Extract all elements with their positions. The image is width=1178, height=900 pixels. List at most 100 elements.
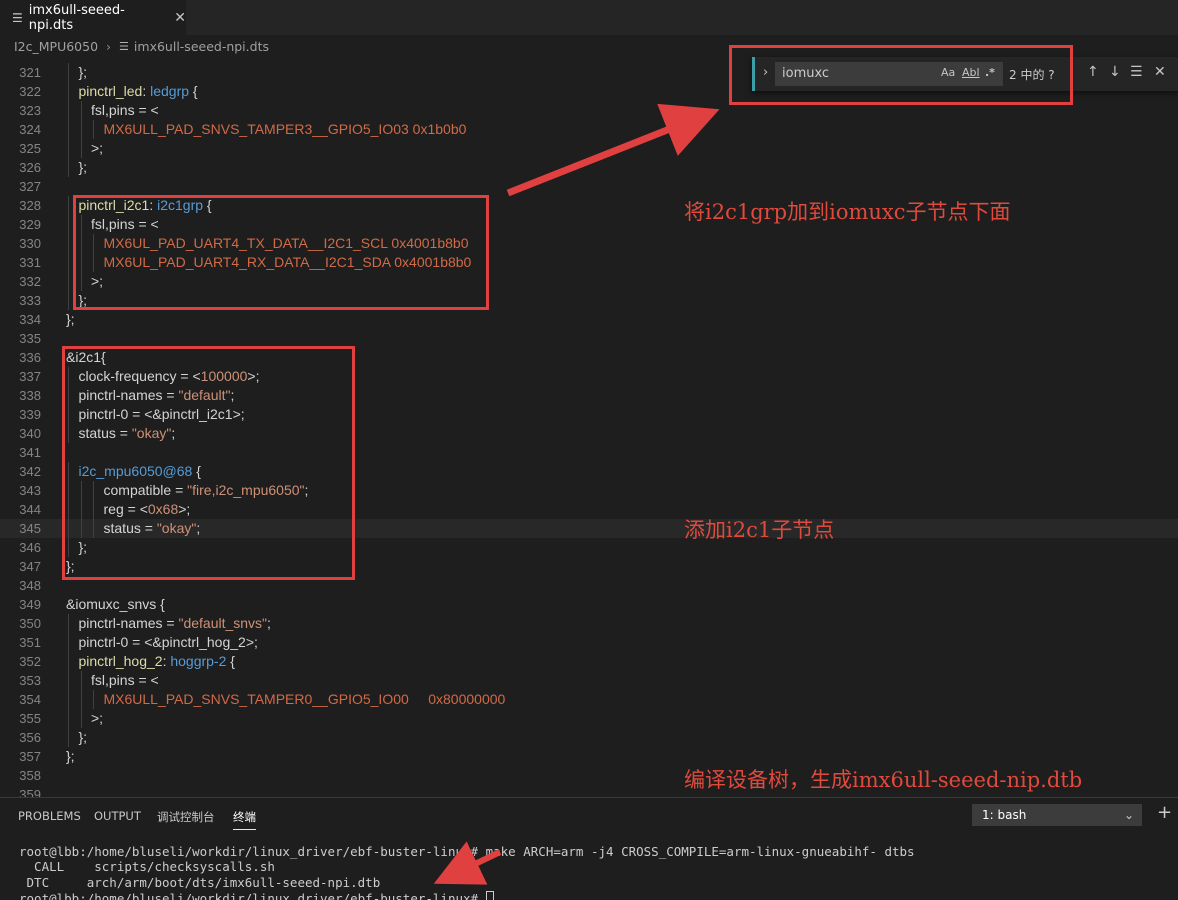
editor-tab[interactable]: ☰ imx6ull-seeed-npi.dts ✕: [0, 0, 186, 35]
indent-guide: [80, 709, 82, 728]
code-token: hoggrp-2: [170, 653, 227, 669]
code-token: };: [66, 748, 75, 764]
code-text: >;: [91, 709, 103, 728]
tab-output[interactable]: OUTPUT: [94, 809, 141, 823]
code-text: pinctrl_led: ledgrp {: [79, 82, 198, 101]
code-line[interactable]: 349 &iomuxc_snvs {: [0, 595, 1178, 614]
indent-guide: [93, 690, 94, 709]
indent-guide: [68, 139, 69, 158]
code-line[interactable]: 350 pinctrl-names = "default_snvs";: [0, 614, 1178, 633]
tab-debug-console[interactable]: 调试控制台: [157, 809, 215, 825]
line-number: 336: [19, 350, 41, 365]
line-number: 354: [19, 692, 41, 707]
code-line[interactable]: 325 >;: [0, 139, 1178, 158]
code-token: ;: [267, 615, 271, 631]
indent-guide: [80, 690, 82, 709]
line-number: 321: [19, 65, 41, 80]
indent-guide: [80, 139, 82, 158]
i2c1grp-highlight-box: [73, 195, 489, 310]
find-in-selection-icon[interactable]: ☰: [1130, 64, 1143, 80]
indent-guide: [68, 196, 69, 215]
indent-guide: [68, 120, 69, 139]
terminal-line-prompt: root@lbb:/home/bluseli/workdir/linux_dri…: [19, 891, 494, 900]
code-line[interactable]: 334};: [0, 310, 1178, 329]
line-number: 326: [19, 160, 41, 175]
code-text: pinctrl-names = "default_snvs";: [79, 614, 271, 633]
line-number: 333: [19, 293, 41, 308]
line-number: 324: [19, 122, 41, 137]
code-text: pinctrl-0 = <&pinctrl_hog_2>;: [79, 633, 258, 652]
code-token: pinctrl-names =: [78, 615, 179, 631]
code-line[interactable]: 352 pinctrl_hog_2: hoggrp-2 {: [0, 652, 1178, 671]
code-line[interactable]: 351 pinctrl-0 = <&pinctrl_hog_2>;: [0, 633, 1178, 652]
terminal-prompt: root@lbb:/home/bluseli/workdir/linux_dri…: [19, 844, 479, 859]
line-number: 359: [19, 787, 41, 797]
line-number: 352: [19, 654, 41, 669]
annotation-add-i2c1grp: 将i2c1grp加到iomuxc子节点下面: [684, 200, 1011, 224]
indent-guide: [68, 101, 69, 120]
code-token: pinctrl-0 = <&pinctrl_hog_2>;: [78, 634, 258, 650]
terminal-line-dtc: DTC arch/arm/boot/dts/imx6ull-seeed-npi.…: [19, 875, 381, 890]
terminal-select-value: 1: bash: [982, 808, 1027, 822]
line-number: 345: [19, 521, 41, 536]
terminal-prompt-2: root@lbb:/home/bluseli/workdir/linux_dri…: [19, 891, 486, 900]
terminal-line-command: root@lbb:/home/bluseli/workdir/linux_dri…: [19, 844, 915, 859]
terminal[interactable]: root@lbb:/home/bluseli/workdir/linux_dri…: [0, 833, 1178, 900]
code-token: };: [66, 311, 75, 327]
code-line[interactable]: 355 >;: [0, 709, 1178, 728]
arrow-up-icon[interactable]: ↑: [1087, 64, 1099, 80]
code-text: &iomuxc_snvs {: [66, 595, 165, 614]
line-number: 348: [19, 578, 41, 593]
code-text: MX6ULL_PAD_SNVS_TAMPER0__GPIO5_IO00 0x80…: [104, 690, 506, 709]
chevron-down-icon: ⌄: [1123, 808, 1134, 822]
line-number: 343: [19, 483, 41, 498]
indent-guide: [68, 234, 69, 253]
line-number: 358: [19, 768, 41, 783]
code-line[interactable]: 324 MX6ULL_PAD_SNVS_TAMPER3__GPIO5_IO03 0…: [0, 120, 1178, 139]
line-number: 350: [19, 616, 41, 631]
terminal-command: make ARCH=arm -j4 CROSS_COMPILE=arm-linu…: [485, 844, 915, 859]
line-number: 325: [19, 141, 41, 156]
indent-guide: [68, 253, 69, 272]
indent-guide: [80, 101, 82, 120]
line-number: 322: [19, 84, 41, 99]
code-line[interactable]: 353 fsl,pins = <: [0, 671, 1178, 690]
code-token: MX6ULL_PAD_SNVS_TAMPER3__GPIO5_IO03 0x1b…: [103, 121, 467, 137]
indent-guide: [68, 728, 69, 747]
close-icon[interactable]: ✕: [174, 10, 186, 26]
arrow-down-icon[interactable]: ↓: [1109, 64, 1121, 80]
line-number: 357: [19, 749, 41, 764]
code-text: fsl,pins = <: [91, 101, 159, 120]
code-text: };: [79, 63, 88, 82]
breadcrumb-folder[interactable]: I2c_MPU6050: [14, 39, 98, 54]
code-token: >;: [91, 140, 104, 156]
line-number: 338: [19, 388, 41, 403]
annotation-compile-dtb: 编译设备树，生成imx6ull-seeed-nip.dtb: [684, 768, 1083, 792]
tab-bar: ☰ imx6ull-seeed-npi.dts ✕: [0, 0, 1178, 35]
code-line[interactable]: 326};: [0, 158, 1178, 177]
terminal-select[interactable]: 1: bash ⌄: [972, 804, 1142, 826]
indent-guide: [68, 614, 69, 633]
code-token: :: [142, 83, 151, 99]
code-line[interactable]: 354 MX6ULL_PAD_SNVS_TAMPER0__GPIO5_IO00 0…: [0, 690, 1178, 709]
code-text: };: [66, 310, 75, 329]
line-number: 334: [19, 312, 41, 327]
code-token: {: [189, 83, 198, 99]
code-token: };: [78, 64, 88, 80]
file-lines-icon: ☰: [12, 10, 23, 25]
code-text: MX6ULL_PAD_SNVS_TAMPER3__GPIO5_IO03 0x1b…: [104, 120, 467, 139]
new-terminal-button[interactable]: +: [1157, 802, 1172, 823]
code-line[interactable]: 356};: [0, 728, 1178, 747]
indent-guide: [80, 120, 82, 139]
code-text: fsl,pins = <: [91, 671, 159, 690]
tab-problems[interactable]: PROBLEMS: [18, 809, 81, 823]
close-icon[interactable]: ✕: [1154, 64, 1166, 80]
code-token: pinctrl_led: [78, 83, 143, 99]
line-number: 342: [19, 464, 41, 479]
breadcrumb-file[interactable]: imx6ull-seeed-npi.dts: [134, 39, 269, 54]
line-number: 351: [19, 635, 41, 650]
tab-terminal[interactable]: 终端: [233, 809, 256, 830]
code-line[interactable]: 327: [0, 177, 1178, 196]
indent-guide: [68, 709, 69, 728]
line-number: 339: [19, 407, 41, 422]
